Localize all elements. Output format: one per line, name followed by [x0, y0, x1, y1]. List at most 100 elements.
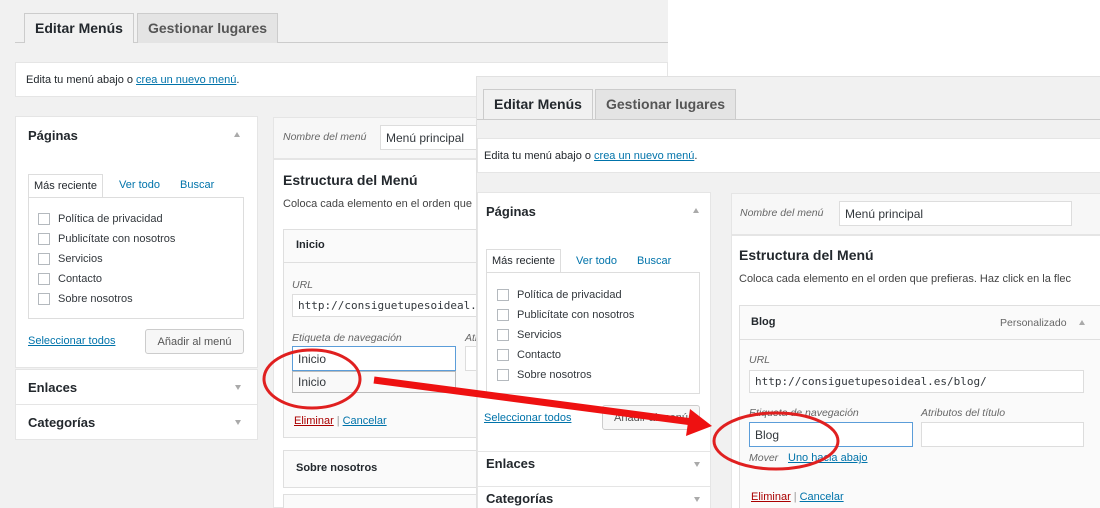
item-actions: Eliminar | Cancelar [751, 491, 844, 503]
menu-item-title[interactable]: Inicio [296, 239, 325, 251]
create-menu-link[interactable]: crea un nuevo menú [136, 74, 236, 86]
menu-item-title[interactable]: Sobre nosotros [296, 462, 377, 474]
checkbox[interactable] [38, 273, 50, 285]
notice-text: Edita tu menú abajo o [26, 73, 134, 86]
tab-mas-reciente[interactable]: Más reciente [486, 249, 561, 273]
categories-box-title: Categorías [28, 415, 96, 430]
front-screenshot: Editar Menús Gestionar lugares Edita tu … [476, 76, 1100, 508]
checkbox[interactable] [497, 349, 509, 361]
menu-name-label: Nombre del menú [283, 131, 367, 143]
checkbox[interactable] [38, 213, 50, 225]
separator: | [336, 415, 340, 427]
add-to-menu-button[interactable]: Añadir al menú [602, 405, 700, 430]
list-item-label: Política de privacidad [517, 289, 622, 301]
nav-label: Etiqueta de navegación [292, 332, 402, 344]
menu-item-title[interactable]: Blog [751, 316, 775, 328]
tab-underline [477, 119, 1100, 120]
checkbox[interactable] [497, 309, 509, 321]
list-item-label: Contacto [517, 349, 562, 361]
autocomplete-suggestion[interactable]: Inicio [292, 371, 456, 393]
list-item[interactable]: Publicítate con nosotros [497, 309, 634, 321]
list-item[interactable]: Servicios [38, 253, 103, 265]
checkbox[interactable] [38, 293, 50, 305]
pages-box-title[interactable]: Páginas [28, 128, 78, 143]
checkbox[interactable] [497, 289, 509, 301]
toggle-up-icon[interactable] [1079, 320, 1085, 325]
notice-bar: Edita tu menú abajo o crea un nuevo menú… [477, 138, 1100, 173]
delete-link[interactable]: Eliminar [294, 415, 334, 427]
expand-down-icon[interactable] [235, 385, 241, 390]
structure-description: Coloca cada elemento en el orden que pre… [739, 273, 1072, 285]
list-item[interactable]: Contacto [38, 273, 102, 285]
cancel-link[interactable]: Cancelar [343, 415, 387, 427]
divider [283, 262, 483, 263]
title-attr-input[interactable] [921, 422, 1084, 447]
add-to-menu-button[interactable]: Añadir al menú [145, 329, 244, 354]
menu-name-input[interactable]: Menú principal [380, 125, 490, 150]
tab-editar-menus[interactable]: Editar Menús [483, 89, 593, 119]
links-box-title: Enlaces [486, 456, 536, 471]
list-item-label: Servicios [58, 253, 103, 265]
url-input[interactable]: http://consiguetupesoideal.es/blog/ [749, 370, 1084, 393]
tab-editar-menus[interactable]: Editar Menús [24, 13, 134, 43]
list-item-label: Sobre nosotros [517, 369, 592, 381]
checkbox[interactable] [497, 369, 509, 381]
structure-description: Coloca cada elemento en el orden que [283, 198, 472, 210]
menu-item-type: Personalizado [1000, 317, 1067, 329]
structure-heading: Estructura del Menú [739, 247, 874, 263]
tab-ver-todo[interactable]: Ver todo [576, 255, 617, 267]
pages-box-title[interactable]: Páginas [486, 204, 536, 219]
menu-name-label: Nombre del menú [740, 207, 824, 219]
tab-gestionar-lugares[interactable]: Gestionar lugares [137, 13, 279, 43]
title-attr-label: Atributos del título [921, 407, 1006, 419]
move-label: Mover [749, 452, 779, 464]
notice-text: Edita tu menú abajo o [484, 149, 592, 162]
list-item-label: Publicítate con nosotros [58, 233, 176, 245]
list-item[interactable]: Contacto [497, 349, 561, 361]
create-menu-link[interactable]: crea un nuevo menú [594, 150, 694, 162]
checkbox[interactable] [38, 253, 50, 265]
list-item-label: Política de privacidad [58, 213, 163, 225]
list-item-label: Publicítate con nosotros [517, 309, 635, 321]
nav-label-input[interactable]: Inicio [292, 346, 456, 371]
tab-mas-reciente[interactable]: Más reciente [28, 174, 103, 198]
list-item[interactable]: Publicítate con nosotros [38, 233, 175, 245]
list-item[interactable]: Sobre nosotros [38, 293, 133, 305]
url-label: URL [292, 279, 314, 291]
list-item-label: Contacto [58, 273, 103, 285]
checkbox[interactable] [38, 233, 50, 245]
expand-down-icon[interactable] [694, 462, 700, 467]
notice-suffix: . [694, 149, 698, 162]
list-item-label: Sobre nosotros [58, 293, 133, 305]
expand-down-icon[interactable] [235, 420, 241, 425]
list-item[interactable]: Servicios [497, 329, 562, 341]
move-down-link[interactable]: Uno hacia abajo [788, 452, 868, 464]
menu-item[interactable] [283, 494, 483, 508]
tab-buscar[interactable]: Buscar [637, 255, 671, 267]
nav-label: Etiqueta de navegación [749, 407, 859, 419]
list-item[interactable]: Sobre nosotros [497, 369, 592, 381]
url-label: URL [749, 354, 771, 366]
divider [739, 339, 1100, 340]
structure-heading: Estructura del Menú [283, 172, 418, 188]
list-item[interactable]: Política de privacidad [497, 289, 622, 301]
links-box-title: Enlaces [28, 380, 78, 395]
select-all-link[interactable]: Seleccionar todos [484, 412, 571, 424]
tab-gestionar-lugares[interactable]: Gestionar lugares [595, 89, 737, 119]
list-item[interactable]: Política de privacidad [38, 213, 163, 225]
notice-suffix: . [236, 73, 240, 86]
cancel-link[interactable]: Cancelar [800, 491, 844, 503]
url-input[interactable]: http://consiguetupesoideal. [292, 294, 482, 317]
expand-down-icon[interactable] [694, 497, 700, 502]
collapse-up-icon[interactable] [234, 132, 240, 137]
nav-label-input[interactable]: Blog [749, 422, 913, 447]
categories-box-title: Categorías [486, 491, 554, 506]
collapse-up-icon[interactable] [693, 208, 699, 213]
delete-link[interactable]: Eliminar [751, 491, 791, 503]
select-all-link[interactable]: Seleccionar todos [28, 335, 115, 347]
tab-buscar[interactable]: Buscar [180, 179, 214, 191]
menu-name-input[interactable]: Menú principal [839, 201, 1072, 226]
checkbox[interactable] [497, 329, 509, 341]
tab-ver-todo[interactable]: Ver todo [119, 179, 160, 191]
item-actions: Eliminar | Cancelar [294, 415, 387, 427]
